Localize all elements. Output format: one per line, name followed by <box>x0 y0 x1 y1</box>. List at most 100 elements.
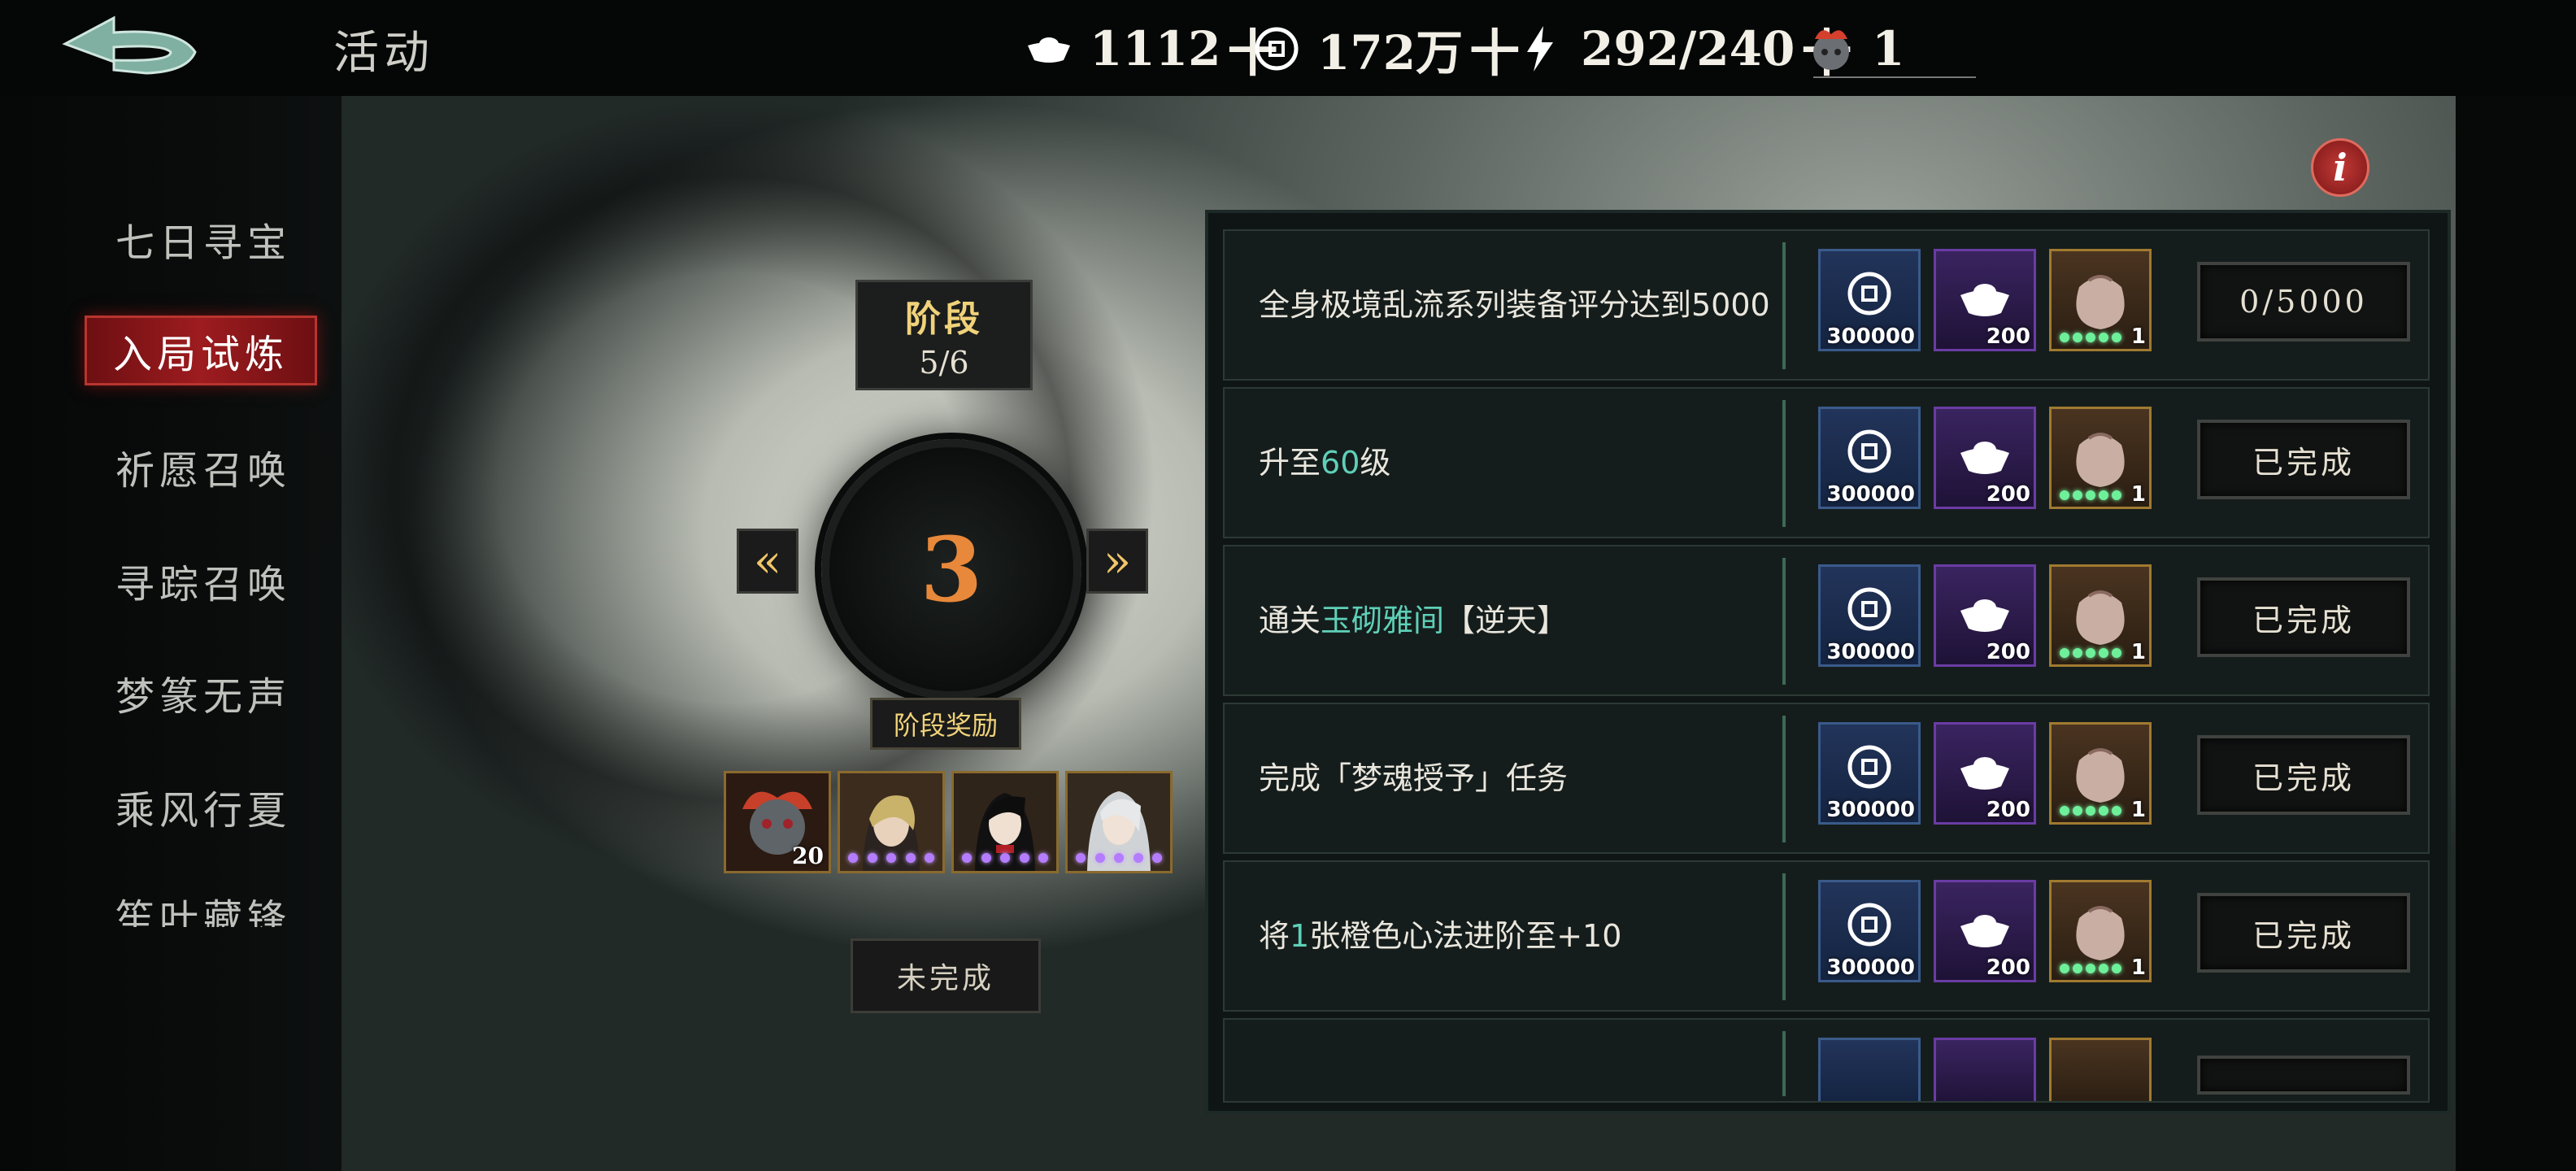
quality-gems <box>2060 490 2133 500</box>
reward-quantity: 300000 <box>1826 956 1915 980</box>
reward-quantity: 1 <box>2130 798 2146 822</box>
stage-reward-slot[interactable]: 20 <box>724 771 831 873</box>
task-divider <box>1782 400 1786 527</box>
reward-pouch[interactable]: 1 <box>2049 564 2152 667</box>
star-rating <box>1076 853 1162 864</box>
task-list-panel[interactable]: 全身极境乱流系列装备评分达到5000 300000 200 1 0/5000 升… <box>1205 210 2451 1114</box>
stage-reward-slot[interactable] <box>951 771 1059 873</box>
reward-quantity: 200 <box>1986 640 2030 664</box>
reward-quantity: 300000 <box>1826 482 1915 507</box>
stage-reward-slot[interactable] <box>1065 771 1173 873</box>
reward-copper-coin[interactable]: 300000 <box>1818 564 1921 667</box>
sidebar-item-wish-summon[interactable]: 祈愿召唤 <box>89 434 317 499</box>
reward-silver-ingot[interactable]: 200 <box>1934 564 2036 667</box>
reward-silver-ingot[interactable]: 200 <box>1934 407 2036 509</box>
task-highlight: 1 <box>1290 918 1310 954</box>
reward-copper-coin[interactable]: 300000 <box>1818 407 1921 509</box>
sidebar-item-reed-blade[interactable]: 笙叶藏锋 <box>89 886 317 927</box>
reward-silver-ingot[interactable]: 200 <box>1934 722 2036 825</box>
reward-quantity: 300000 <box>1826 324 1915 349</box>
page-title: 活动 <box>333 27 434 80</box>
star-rating <box>962 853 1048 864</box>
resource-silver: 1112 十 <box>1023 16 1277 83</box>
reward-copper-coin[interactable]: 300000 <box>1818 722 1921 825</box>
task-row: 通关玉砌雅间【逆天】 300000 200 1 已完成 <box>1223 545 2430 696</box>
copper-coin-icon <box>1251 23 1303 75</box>
reward-quantity: 1 <box>2130 640 2146 664</box>
task-completed-button[interactable]: 已完成 <box>2197 577 2410 657</box>
reward-pouch[interactable] <box>2049 1038 2152 1101</box>
sidebar-item-summer-wind[interactable]: 乘风行夏 <box>89 774 317 839</box>
resource-divider <box>1813 76 1976 78</box>
task-row: 完成「梦魂授予」任务 300000 200 1 已完成 <box>1223 703 2430 854</box>
task-divider <box>1782 1031 1786 1096</box>
reward-pouch[interactable]: 1 <box>2049 249 2152 351</box>
reward-quantity: 300000 <box>1826 640 1915 664</box>
task-highlight: 玉砌雅间 <box>1321 603 1445 638</box>
quality-gems <box>2060 806 2133 816</box>
stage-status-button[interactable]: 未完成 <box>851 938 1041 1013</box>
task-action-button[interactable] <box>2197 1056 2410 1095</box>
reward-pouch[interactable]: 1 <box>2049 407 2152 509</box>
reward-quantity: 200 <box>1986 324 2030 349</box>
prev-stage-button[interactable]: « <box>737 529 798 594</box>
reward-quantity: 1 <box>2130 482 2146 507</box>
next-stage-button[interactable]: » <box>1086 529 1148 594</box>
reward-pouch[interactable]: 1 <box>2049 880 2152 982</box>
reward-quantity: 200 <box>1986 798 2030 822</box>
task-completed-button[interactable]: 已完成 <box>2197 893 2410 973</box>
task-text: 通关 <box>1259 603 1321 638</box>
stage-reward-label[interactable]: 阶段奖励 <box>870 698 1021 750</box>
task-highlight: 60 <box>1321 445 1360 481</box>
reward-copper-coin[interactable] <box>1818 1038 1921 1101</box>
silver-ingot-icon <box>1023 23 1075 75</box>
sidebar-item-seven-day-treasure[interactable]: 七日寻宝 <box>89 207 317 272</box>
task-text: 【逆天】 <box>1444 603 1569 638</box>
resource-stamina: 292/240 十 <box>1514 16 1852 83</box>
info-button[interactable]: i <box>2311 138 2369 197</box>
star-rating <box>848 853 934 864</box>
task-text: 升至 <box>1259 445 1321 481</box>
task-text: 全身极境乱流系列装备评分达到5000 <box>1259 287 1770 323</box>
reward-silver-ingot[interactable]: 200 <box>1934 880 2036 982</box>
task-description: 升至60级 <box>1259 389 1779 537</box>
stage-reward-slot[interactable] <box>838 771 945 873</box>
stage-label: 阶段 <box>905 298 983 340</box>
stage-number: 3 <box>920 516 983 622</box>
resource-coins: 172万 十 <box>1251 16 1520 83</box>
reward-silver-ingot[interactable] <box>1934 1038 2036 1101</box>
task-description: 全身极境乱流系列装备评分达到5000 <box>1259 231 1779 379</box>
reward-quantity: 1 <box>2130 956 2146 980</box>
task-row: 升至60级 300000 200 1 已完成 <box>1223 387 2430 538</box>
reward-copper-coin[interactable]: 300000 <box>1818 880 1921 982</box>
add-coins-button[interactable]: 十 <box>1469 12 1520 85</box>
task-divider <box>1782 873 1786 1000</box>
reward-count: 20 <box>792 842 824 869</box>
sidebar-item-dream-seal[interactable]: 梦篆无声 <box>89 660 317 725</box>
task-text: 级 <box>1360 445 1391 481</box>
task-text: 张橙色心法进阶至+10 <box>1309 918 1622 954</box>
coins-value: 172万 <box>1317 25 1464 81</box>
token-value: 1 <box>1872 21 1905 76</box>
right-edge-ink <box>2456 89 2576 1171</box>
reward-silver-ingot[interactable]: 200 <box>1934 249 2036 351</box>
task-completed-button[interactable]: 已完成 <box>2197 735 2410 815</box>
quality-gems <box>2060 648 2133 658</box>
reward-quantity: 200 <box>1986 956 2030 980</box>
stage-progress: 5/6 <box>919 345 969 381</box>
task-progress-button[interactable]: 0/5000 <box>2197 262 2410 342</box>
task-description: 将1张橙色心法进阶至+10 <box>1259 862 1779 1010</box>
task-row: 全身极境乱流系列装备评分达到5000 300000 200 1 0/5000 <box>1223 229 2430 381</box>
quality-gems <box>2060 333 2133 342</box>
resource-token: 1 <box>1805 16 1904 81</box>
task-completed-button[interactable]: 已完成 <box>2197 420 2410 499</box>
lightning-stamina-icon <box>1514 23 1566 75</box>
reward-quantity: 1 <box>2130 324 2146 349</box>
back-arrow-icon <box>62 15 197 75</box>
back-button[interactable] <box>57 11 211 85</box>
sidebar-item-trial[interactable]: 入局试炼 <box>85 316 317 385</box>
reward-copper-coin[interactable]: 300000 <box>1818 249 1921 351</box>
task-divider <box>1782 716 1786 842</box>
reward-pouch[interactable]: 1 <box>2049 722 2152 825</box>
sidebar-item-trace-summon[interactable]: 寻踪召唤 <box>89 548 317 613</box>
